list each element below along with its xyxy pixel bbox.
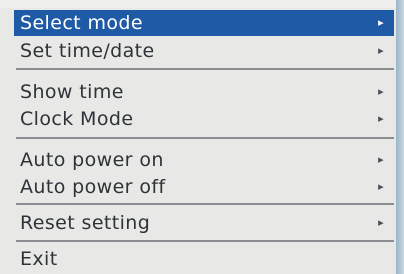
menu-item-clock-mode[interactable]: Clock Mode ▸ — [14, 106, 394, 132]
settings-menu: Select mode ▸ Set time/date ▸ Show time … — [10, 8, 397, 274]
device-screen: Select mode ▸ Set time/date ▸ Show time … — [0, 0, 404, 274]
menu-item-label: Show time — [20, 81, 124, 103]
menu-item-reset-setting[interactable]: Reset setting ▸ — [14, 210, 394, 236]
menu-item-auto-power-on[interactable]: Auto power on ▸ — [14, 147, 394, 173]
submenu-arrow-icon: ▸ — [378, 16, 384, 29]
menu-item-select-mode[interactable]: Select mode ▸ — [14, 10, 394, 36]
menu-item-label: Clock Mode — [20, 108, 134, 130]
menu-item-label: Reset setting — [20, 212, 151, 234]
menu-item-exit[interactable]: Exit — [14, 246, 394, 272]
menu-item-label: Auto power off — [20, 176, 166, 198]
submenu-arrow-icon: ▸ — [378, 44, 384, 57]
menu-item-show-time[interactable]: Show time ▸ — [14, 79, 394, 105]
menu-item-label: Select mode — [20, 12, 143, 34]
submenu-arrow-icon: ▸ — [378, 216, 384, 229]
menu-divider — [16, 240, 394, 242]
submenu-arrow-icon: ▸ — [378, 153, 384, 166]
screen-bezel-right — [396, 0, 404, 274]
menu-item-set-time-date[interactable]: Set time/date ▸ — [14, 38, 394, 64]
submenu-arrow-icon: ▸ — [378, 180, 384, 193]
menu-item-auto-power-off[interactable]: Auto power off ▸ — [14, 174, 394, 200]
menu-item-label: Set time/date — [20, 40, 155, 62]
menu-divider — [16, 137, 394, 139]
submenu-arrow-icon: ▸ — [378, 112, 384, 125]
screen-bezel-top — [0, 0, 404, 8]
menu-item-label: Auto power on — [20, 149, 164, 171]
menu-item-label: Exit — [20, 248, 58, 270]
menu-divider — [16, 203, 394, 205]
submenu-arrow-icon: ▸ — [378, 85, 384, 98]
menu-divider — [16, 68, 394, 70]
